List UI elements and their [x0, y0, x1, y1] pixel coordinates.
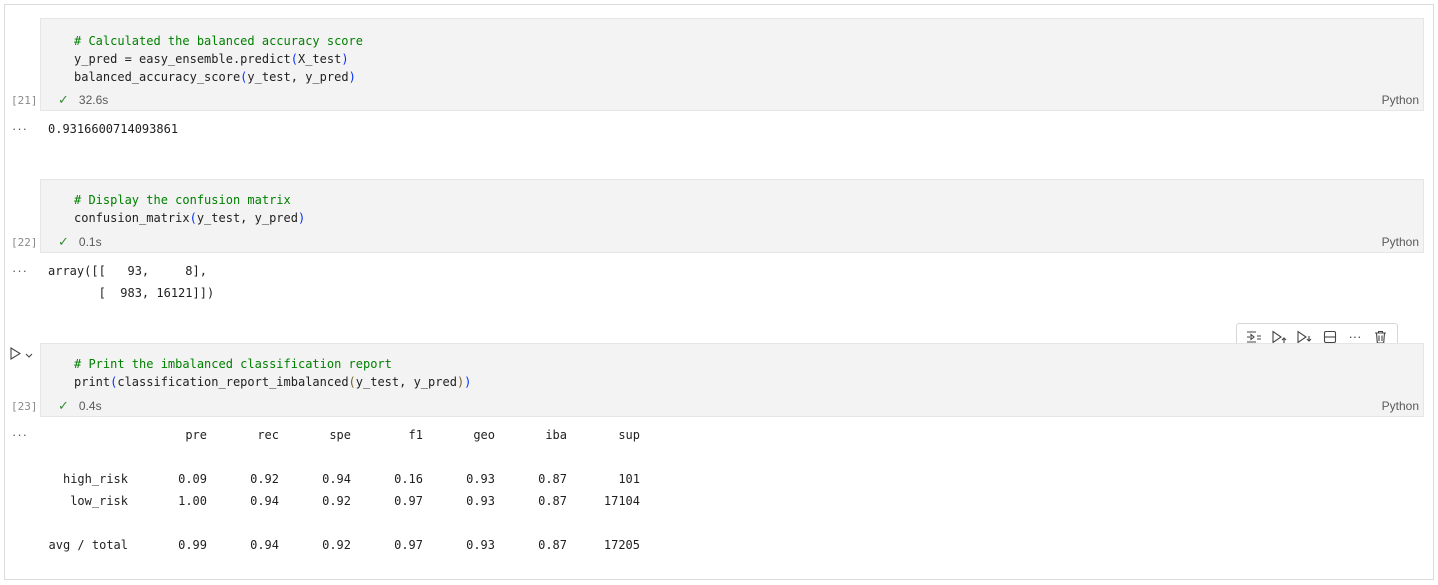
check-icon: ✓ — [58, 398, 69, 413]
exec-count: [21] — [11, 94, 38, 107]
code-editor[interactable]: # Print the imbalanced classification re… — [74, 355, 471, 391]
report-value: 17205 — [603, 538, 640, 552]
code-cell-22[interactable]: # Display the confusion matrix confusion… — [40, 179, 1424, 253]
column-header: pre — [185, 428, 207, 442]
language-label[interactable]: Python — [1382, 93, 1419, 107]
code-args: y_test, y_pred — [355, 375, 457, 389]
row-label: low_risk — [70, 494, 128, 508]
report-value: 0.87 — [538, 472, 567, 486]
language-label[interactable]: Python — [1382, 399, 1419, 413]
report-value: 0.92 — [250, 472, 279, 486]
code-comment: # Calculated the balanced accuracy score — [74, 34, 363, 48]
report-value: 0.94 — [250, 538, 279, 552]
column-header: sup — [618, 428, 640, 442]
report-value: 0.92 — [322, 538, 351, 552]
cell-status: ✓ 32.6s — [58, 92, 108, 108]
code-args: y_test, y_pred — [196, 211, 298, 225]
code-cell-21[interactable]: # Calculated the balanced accuracy score… — [40, 18, 1424, 111]
report-value: 101 — [618, 472, 640, 486]
report-value: 0.93 — [466, 538, 495, 552]
report-value: 0.93 — [466, 494, 495, 508]
column-header: f1 — [408, 428, 423, 442]
report-value: 0.94 — [250, 494, 279, 508]
report-value: 0.99 — [178, 538, 207, 552]
exec-duration: 0.4s — [78, 399, 102, 413]
code-comment: # Display the confusion matrix — [74, 193, 291, 207]
report-value: 17104 — [603, 494, 640, 508]
report-row: avg / total 0.99 0.94 0.92 0.97 0.93 0.8… — [40, 538, 660, 556]
report-value: 0.92 — [322, 494, 351, 508]
exec-duration: 0.1s — [78, 235, 102, 249]
code-cell-23[interactable]: # Print the imbalanced classification re… — [40, 343, 1424, 417]
cell-output: array([[ 93, 8], [ 983, 16121]]) — [48, 260, 214, 304]
check-icon: ✓ — [58, 234, 69, 249]
code-args: y_test, y_pred — [247, 70, 349, 84]
run-cell-icon[interactable] — [10, 347, 22, 363]
report-value: 0.16 — [394, 472, 423, 486]
output-menu-icon[interactable]: ··· — [12, 263, 28, 278]
cell-status: ✓ 0.1s — [58, 234, 102, 250]
report-value: 0.09 — [178, 472, 207, 486]
code-editor[interactable]: # Display the confusion matrix confusion… — [74, 191, 305, 227]
report-value: 0.97 — [394, 494, 423, 508]
exec-count: [22] — [11, 236, 38, 249]
report-value: 0.87 — [538, 494, 567, 508]
column-header: rec — [257, 428, 279, 442]
column-header: spe — [329, 428, 351, 442]
check-icon: ✓ — [58, 92, 69, 107]
code-text: confusion_matrix — [74, 211, 190, 225]
language-label[interactable]: Python — [1382, 235, 1419, 249]
exec-duration: 32.6s — [78, 93, 109, 107]
code-text: balanced_accuracy_score — [74, 70, 241, 84]
row-label: avg / total — [48, 538, 128, 552]
output-line: [ 983, 16121]]) — [48, 286, 215, 300]
output-line: array([[ 93, 8], — [48, 264, 207, 278]
report-row: high_risk 0.09 0.92 0.94 0.16 0.93 0.87 … — [40, 472, 660, 490]
cell-status: ✓ 0.4s — [58, 398, 102, 414]
code-args: X_test — [297, 52, 342, 66]
report-value: 0.87 — [538, 538, 567, 552]
report-value: 0.93 — [466, 472, 495, 486]
row-label: high_risk — [62, 472, 128, 486]
cell-output: 0.9316600714093861 — [48, 122, 179, 136]
report-value: 0.94 — [322, 472, 351, 486]
report-header-row: pre rec spe f1 geo iba sup — [40, 428, 660, 446]
output-menu-icon[interactable]: ··· — [12, 121, 28, 136]
code-editor[interactable]: # Calculated the balanced accuracy score… — [74, 32, 363, 86]
report-row: low_risk 1.00 0.94 0.92 0.97 0.93 0.87 1… — [40, 494, 660, 512]
code-text: y_pred = easy_ensemble.predict — [74, 52, 291, 66]
code-text: classification_report_imbalanced — [117, 375, 349, 389]
report-value: 1.00 — [178, 494, 207, 508]
run-cell-controls — [10, 347, 33, 363]
output-menu-icon[interactable]: ··· — [12, 427, 28, 442]
column-header: iba — [545, 428, 567, 442]
column-header: geo — [473, 428, 495, 442]
code-text: print — [74, 375, 111, 389]
code-comment: # Print the imbalanced classification re… — [74, 357, 392, 371]
report-value: 0.97 — [394, 538, 423, 552]
exec-count: [23] — [11, 400, 38, 413]
chevron-down-icon[interactable] — [25, 348, 33, 362]
